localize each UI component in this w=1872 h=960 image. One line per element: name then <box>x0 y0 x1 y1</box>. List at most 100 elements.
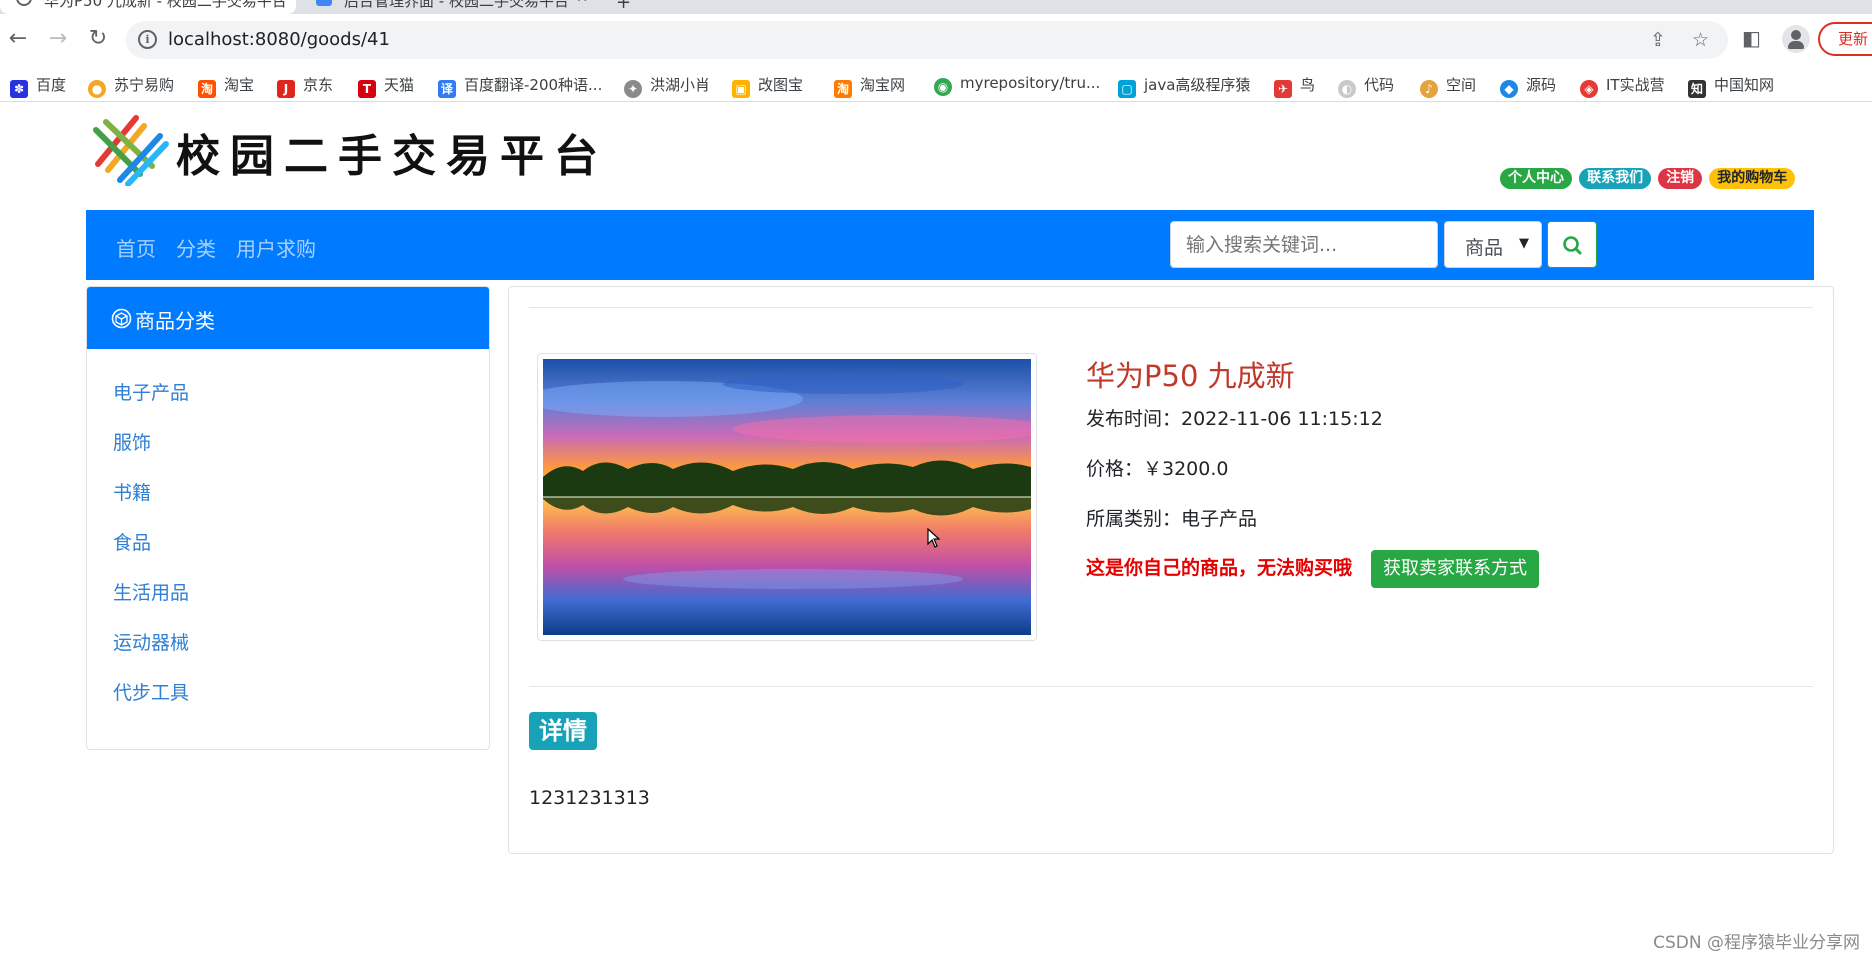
fish-icon: ◆ <box>1500 80 1518 98</box>
bookmark-item[interactable]: ▣ 改图宝 <box>732 74 803 98</box>
new-tab-icon[interactable]: + <box>616 0 631 13</box>
category-electronics[interactable]: 电子产品 <box>113 378 189 405</box>
browser-tab[interactable]: 后台管理界面 - 校园二手交易平台 ✕ <box>300 0 600 14</box>
search-input[interactable] <box>1170 221 1438 268</box>
cart-link[interactable]: 我的购物车 <box>1709 168 1796 189</box>
category-transport[interactable]: 代步工具 <box>113 678 189 705</box>
category-clothing[interactable]: 服饰 <box>113 428 151 455</box>
goods-price: 价格：￥3200.0 <box>1086 458 1229 480</box>
bookmark-item[interactable]: ◆ 源码 <box>1500 74 1556 98</box>
bookmarks-bar: ✽ 百度 ● 苏宁易购 淘淘宝 J 京东 T 天猫 译百度翻译-200种语... ✦ 洪湖… <box>0 66 1872 102</box>
bookmark-item[interactable]: 淘淘宝网 <box>834 74 905 98</box>
browser-tab-active[interactable]: 华为P50 九成新 - 校园二手交易平台 ✕ <box>0 0 296 14</box>
category-food[interactable]: 食品 <box>113 528 151 555</box>
image-edit-icon: ▣ <box>732 80 750 98</box>
bookmark-item[interactable]: ✽ 百度 <box>10 74 66 98</box>
bookmark-item[interactable]: ▢ java高级程序猿 <box>1118 74 1250 98</box>
bookmark-item[interactable]: ◈ IT实战营 <box>1580 74 1665 98</box>
site-logo-text: 校园二手交易平台 <box>176 131 608 182</box>
main-navbar: 首页 分类 用户求购 商品 ▼ <box>86 210 1814 280</box>
code-icon: ◐ <box>1338 80 1356 98</box>
site-logo[interactable]: 校园二手交易平台 <box>90 108 598 187</box>
cnki-icon: 知 <box>1688 80 1706 98</box>
bird-icon: ✦ <box>624 80 642 98</box>
logout-link[interactable]: 注销 <box>1658 168 1703 189</box>
browser-tabstrip: 华为P50 九成新 - 校园二手交易平台 ✕ 后台管理界面 - 校园二手交易平台… <box>0 0 1872 14</box>
divider <box>529 307 1813 308</box>
space-icon: ♪ <box>1420 80 1438 98</box>
category-header: 商品分类 <box>87 287 489 349</box>
bookmark-item[interactable]: J 京东 <box>277 74 333 98</box>
bookmark-item[interactable]: ✦ 洪湖小肖 <box>624 74 710 98</box>
category-sidebar: 商品分类 电子产品 服饰 书籍 食品 生活用品 运动器械 代步工具 <box>86 286 490 750</box>
bookmark-item[interactable]: ◉ myrepository/tru... <box>934 74 1100 96</box>
watermark: CSDN @程序猿毕业分享网 <box>1653 933 1860 953</box>
bookmark-item[interactable]: 淘淘宝 <box>198 74 254 98</box>
bookmark-star-icon[interactable]: ☆ <box>1692 29 1709 51</box>
box-icon <box>111 308 132 329</box>
bilibili-icon: ▢ <box>1118 80 1136 98</box>
bookmark-item[interactable]: 译百度翻译-200种语... <box>438 74 602 98</box>
search-type-value: 商品 <box>1465 237 1504 259</box>
goods-detail-card: 华为P50 九成新 发布时间：2022-11-06 11:15:12 价格：￥3… <box>508 286 1834 854</box>
detail-heading: 详情 <box>529 712 597 750</box>
browser-toolbar: ← → ↻ i localhost:8080/goods/41 ⇪ ☆ ◧ 更新 <box>0 14 1872 66</box>
bookmark-item[interactable]: ✈ 鸟 <box>1274 74 1315 98</box>
nav-home[interactable]: 首页 <box>116 233 156 262</box>
search-button[interactable] <box>1547 221 1597 268</box>
nav-category[interactable]: 分类 <box>176 233 216 262</box>
nav-user-wants[interactable]: 用户求购 <box>236 233 316 262</box>
category-sports[interactable]: 运动器械 <box>113 628 189 655</box>
address-url[interactable]: localhost:8080/goods/41 <box>168 29 390 50</box>
close-tab-icon[interactable]: ✕ <box>576 0 588 6</box>
chrome-icon: ◉ <box>934 78 952 96</box>
bookmark-item[interactable]: T 天猫 <box>358 74 414 98</box>
tmall-icon: T <box>358 80 376 98</box>
shield-icon: ◈ <box>1580 80 1598 98</box>
mouse-cursor-icon <box>927 528 941 548</box>
search-icon <box>1563 236 1582 255</box>
goods-photo-sunset-lake <box>523 359 1053 635</box>
chevron-down-icon: ▼ <box>1519 236 1529 251</box>
taobao-icon: 淘 <box>198 80 216 98</box>
detail-text: 1231231313 <box>529 787 650 809</box>
taobao-icon: 淘 <box>834 80 852 98</box>
forward-icon[interactable]: → <box>42 24 74 56</box>
bookmark-item[interactable]: 知中国知网 <box>1688 74 1774 98</box>
reload-icon[interactable]: ↻ <box>82 24 114 56</box>
logo-mark-icon <box>93 115 169 187</box>
goods-category: 所属类别：电子产品 <box>1086 508 1258 530</box>
bookmark-item[interactable]: ◐ 代码 <box>1338 74 1394 98</box>
close-tab-icon[interactable]: ✕ <box>272 0 284 6</box>
goods-image <box>523 353 1053 641</box>
category-daily-goods[interactable]: 生活用品 <box>113 578 189 605</box>
address-bar[interactable]: i localhost:8080/goods/41 ⇪ ☆ <box>126 21 1728 59</box>
contact-us-link[interactable]: 联系我们 <box>1579 168 1652 189</box>
site-info-icon[interactable]: i <box>138 30 157 49</box>
jd-icon: J <box>277 80 295 98</box>
share-icon[interactable]: ⇪ <box>1650 29 1666 51</box>
translate-icon: 译 <box>438 80 456 98</box>
get-seller-contact-button[interactable]: 获取卖家联系方式 <box>1371 550 1539 588</box>
side-panel-icon[interactable]: ◧ <box>1742 26 1761 50</box>
profile-avatar-icon[interactable] <box>1782 25 1810 53</box>
own-goods-notice: 这是你自己的商品，无法购买哦 <box>1086 557 1353 579</box>
tab-title: 后台管理界面 - 校园二手交易平台 <box>344 0 569 10</box>
back-icon[interactable]: ← <box>2 24 34 56</box>
tab-title: 华为P50 九成新 - 校园二手交易平台 <box>44 0 287 10</box>
page-icon <box>316 0 332 6</box>
loading-icon <box>16 0 32 6</box>
personal-center-link[interactable]: 个人中心 <box>1500 168 1572 189</box>
user-links: 个人中心 联系我们 注销 我的购物车 <box>1500 167 1797 189</box>
publish-time: 发布时间：2022-11-06 11:15:12 <box>1086 408 1383 430</box>
bird-icon: ✈ <box>1274 80 1292 98</box>
bookmark-item[interactable]: ♪ 空间 <box>1420 74 1476 98</box>
category-books[interactable]: 书籍 <box>113 478 151 505</box>
suning-icon: ● <box>88 80 106 98</box>
baidu-icon: ✽ <box>10 80 28 98</box>
divider <box>529 686 1813 687</box>
update-button[interactable]: 更新 <box>1818 22 1872 56</box>
bookmark-item[interactable]: ● 苏宁易购 <box>88 74 174 98</box>
category-title: 商品分类 <box>135 309 215 333</box>
search-type-select[interactable]: 商品 ▼ <box>1444 221 1542 268</box>
